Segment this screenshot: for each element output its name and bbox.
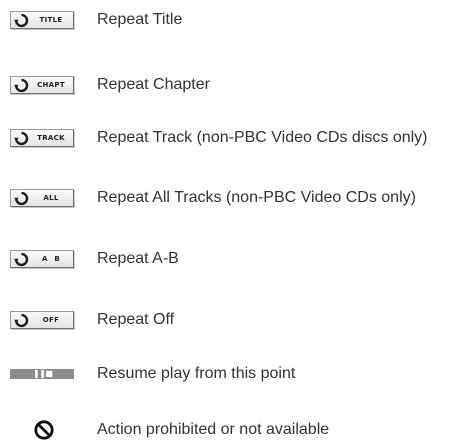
legend-description: Repeat Title [97,11,183,28]
osd-badge: A B [10,250,74,268]
legend-description: Repeat Track (non-PBC Video CDs discs on… [97,129,428,146]
repeat-arrow-icon [14,78,29,93]
repeat-arrow-icon [14,252,29,267]
legend-row-repeat-ab: A B Repeat A-B [0,247,474,271]
osd-badge: OFF [10,311,74,329]
repeat-all-osd-badge: ALL [10,186,82,210]
osd-badge: TITLE [10,11,74,29]
prohibited-icon [34,420,54,440]
legend-row-resume-play: ❚❚■ Resume play from this point [0,362,474,386]
legend-description: Resume play from this point [97,365,296,382]
osd-badge-tag: TRACK [37,134,65,142]
repeat-arrow-icon [14,131,29,146]
legend-description: Repeat A-B [97,250,179,267]
resume-play-icon: ❚❚■ [10,362,82,386]
repeat-chapter-osd-badge: CHAPT [10,73,82,97]
osd-badge: ALL [10,189,74,207]
osd-badge-tag: CHAPT [37,81,65,89]
repeat-arrow-icon [14,13,29,28]
osd-badge-tag: TITLE [39,16,63,24]
legend-row-repeat-chapter: CHAPT Repeat Chapter [0,73,474,97]
repeat-ab-osd-badge: A B [10,247,82,271]
legend-row-repeat-title: TITLE Repeat Title [0,8,474,32]
osd-badge-tag: ALL [43,194,59,202]
legend-description: Action prohibited or not available [97,421,330,438]
repeat-title-osd-badge: TITLE [10,8,82,32]
resume-bar: ❚❚■ [10,369,74,379]
repeat-track-osd-badge: TRACK [10,126,82,150]
osd-badge-tag: A B [41,255,61,263]
legend-row-prohibited: Action prohibited or not available [0,418,474,442]
osd-badge: TRACK [10,129,74,147]
osd-badge: CHAPT [10,76,74,94]
repeat-off-osd-badge: OFF [10,308,82,332]
legend-row-repeat-track: TRACK Repeat Track (non-PBC Video CDs di… [0,126,474,150]
legend-description: Repeat All Tracks (non-PBC Video CDs onl… [97,189,416,206]
legend-row-repeat-all: ALL Repeat All Tracks (non-PBC Video CDs… [0,186,474,210]
pause-play-glyph: ❚❚■ [33,369,53,378]
prohibited-icon-cell [10,418,82,442]
legend-description: Repeat Chapter [97,76,210,93]
legend-row-repeat-off: OFF Repeat Off [0,308,474,332]
legend-description: Repeat Off [97,311,175,328]
osd-badge-tag: OFF [42,316,60,324]
repeat-arrow-icon [14,313,29,328]
repeat-arrow-icon [14,191,29,206]
